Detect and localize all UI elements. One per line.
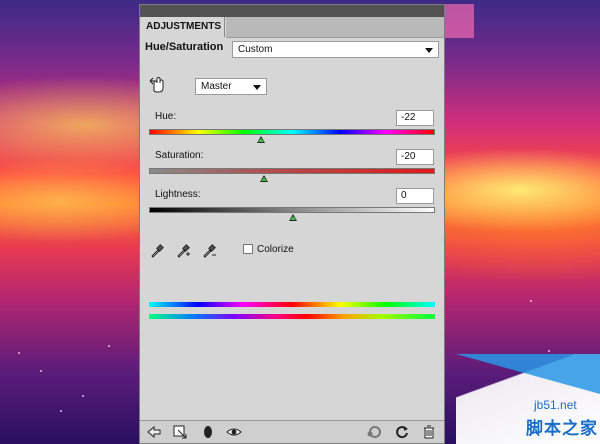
visibility-mask-icon[interactable] [200, 424, 216, 440]
lightness-slider-thumb[interactable] [289, 214, 297, 221]
sparkle [108, 345, 110, 347]
back-arrow-icon[interactable] [146, 424, 162, 440]
chevron-down-icon [425, 48, 433, 53]
watermark: jb51.net 脚本之家 [456, 354, 600, 444]
hue-slider-track[interactable] [149, 129, 435, 135]
preset-select[interactable]: Custom [232, 41, 439, 58]
panel-bottom-bar [140, 420, 444, 443]
previous-state-icon[interactable] [366, 424, 382, 440]
eye-icon[interactable] [226, 424, 242, 440]
watermark-url: jb51.net [534, 398, 577, 412]
preset-value: Custom [238, 44, 273, 55]
saturation-slider-track[interactable] [149, 168, 435, 174]
hue-slider-thumb[interactable] [257, 136, 265, 143]
colorize-checkbox[interactable] [243, 244, 253, 254]
tab-adjustments[interactable]: ADJUSTMENTS [141, 17, 225, 37]
sparkle [60, 410, 62, 412]
trash-icon[interactable] [421, 424, 437, 440]
lightness-slider-track[interactable] [149, 207, 435, 213]
sparkle [548, 350, 550, 352]
subtract-from-sample-eyedropper-icon[interactable] [201, 243, 217, 259]
sparkle [40, 370, 42, 372]
hue-label: Hue: [155, 111, 177, 122]
eyedropper-icon[interactable] [149, 243, 165, 259]
sparkle [82, 395, 84, 397]
adjustments-panel: ADJUSTMENTS Hue/Saturation Custom Master… [139, 4, 445, 444]
saturation-slider-thumb[interactable] [260, 175, 268, 182]
input-color-bar [149, 302, 435, 307]
watermark-corner [456, 354, 600, 394]
lightness-label: Lightness: [155, 189, 201, 200]
clip-to-layer-icon[interactable] [172, 424, 188, 440]
watermark-text: 脚本之家 [526, 419, 598, 438]
chevron-down-icon [253, 85, 261, 90]
channel-value: Master [201, 81, 232, 92]
sparkle [530, 300, 532, 302]
output-color-bar [149, 314, 435, 319]
saturation-input[interactable]: -20 [396, 149, 434, 165]
on-image-adjust-hand-icon[interactable] [148, 75, 168, 95]
hue-input[interactable]: -22 [396, 110, 434, 126]
reset-icon[interactable] [394, 424, 410, 440]
lightness-input[interactable]: 0 [396, 188, 434, 204]
sparkle [18, 352, 20, 354]
channel-select[interactable]: Master [195, 78, 267, 95]
tab-bar-empty [226, 17, 444, 38]
colorize-label: Colorize [257, 244, 294, 255]
panel-top-bar[interactable] [140, 5, 444, 17]
saturation-label: Saturation: [155, 150, 204, 161]
adjustment-title: Hue/Saturation [145, 41, 224, 53]
add-to-sample-eyedropper-icon[interactable] [175, 243, 191, 259]
